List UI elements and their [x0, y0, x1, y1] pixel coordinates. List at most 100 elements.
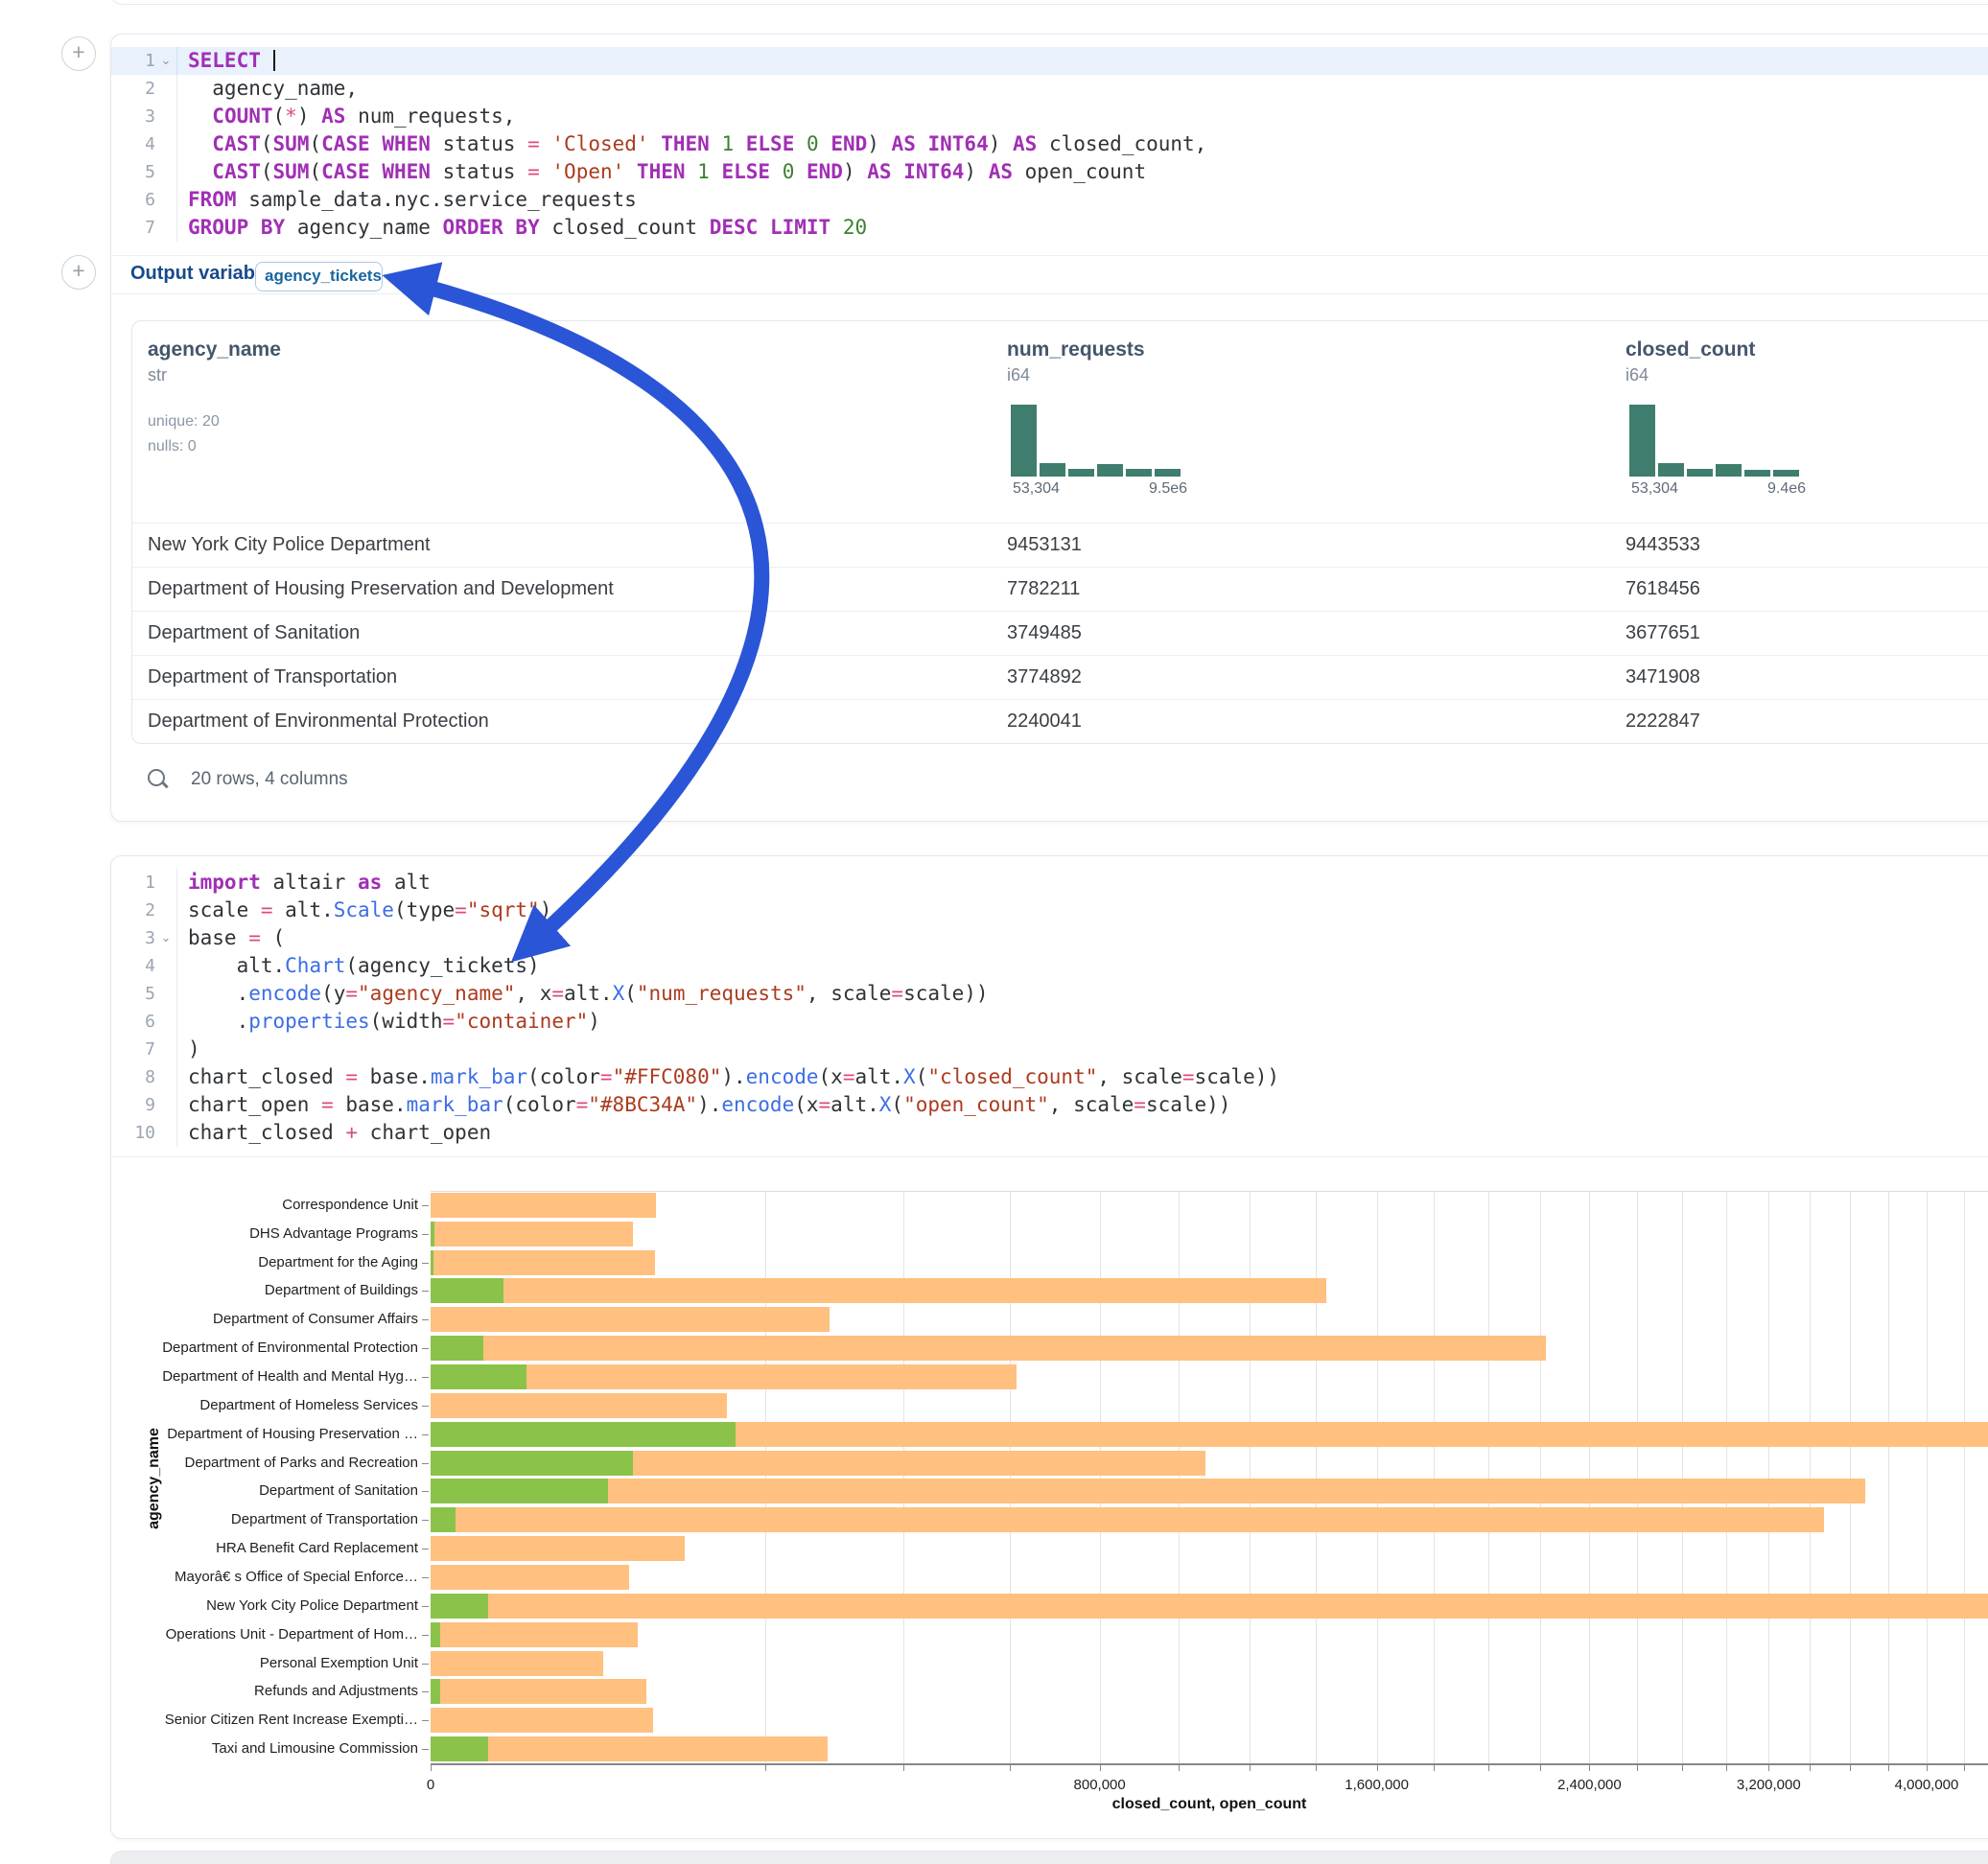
x-axis-tick	[765, 1765, 766, 1771]
token: 20	[843, 216, 867, 239]
y-category-label: HRA Benefit Card Replacement	[111, 1540, 418, 1557]
table-row[interactable]: Department of Transportation377489234719…	[132, 655, 1988, 699]
code-text[interactable]: FROM sample_data.nyc.service_requests	[176, 186, 1988, 214]
closed-count-bar	[431, 1250, 655, 1275]
closed-count-bar	[431, 1336, 1546, 1361]
grid-line	[1434, 1191, 1435, 1763]
x-axis-tick	[1377, 1765, 1378, 1771]
code-text[interactable]: CAST(SUM(CASE WHEN status = 'Open' THEN …	[176, 158, 1988, 186]
code-line[interactable]: 6FROM sample_data.nyc.service_requests	[111, 186, 1988, 214]
code-text[interactable]: CAST(SUM(CASE WHEN status = 'Closed' THE…	[176, 130, 1988, 158]
y-category-label: Operations Unit - Department of Hom…	[111, 1626, 418, 1643]
code-line[interactable]: 4 CAST(SUM(CASE WHEN status = 'Closed' T…	[111, 130, 1988, 158]
token	[188, 160, 212, 183]
column-header: agency_name	[148, 338, 281, 361]
token	[261, 49, 273, 72]
token	[794, 160, 807, 183]
token: LIMIT	[770, 216, 830, 239]
grid-line	[1637, 1191, 1638, 1763]
x-axis-line	[431, 1763, 1988, 1765]
x-axis-tick	[1726, 1765, 1727, 1771]
x-tick-label: 800,000	[1074, 1777, 1126, 1793]
search-icon[interactable]	[148, 769, 165, 786]
y-category-label: DHS Advantage Programs	[111, 1225, 418, 1243]
token	[624, 160, 637, 183]
token	[503, 216, 516, 239]
histogram-bar	[1126, 469, 1152, 477]
histogram-bar	[1068, 469, 1094, 477]
x-axis-tick	[1927, 1765, 1928, 1771]
y-category-label: Senior Citizen Rent Increase Exempti…	[111, 1712, 418, 1729]
grid-line	[1810, 1191, 1811, 1763]
table-cell: 2240041	[1007, 699, 1082, 743]
token: )	[867, 132, 891, 155]
token	[794, 132, 807, 155]
code-text[interactable]: SELECT	[176, 47, 1988, 75]
token: CAST	[212, 160, 261, 183]
add-cell-button-top[interactable]: +	[61, 36, 96, 71]
code-line[interactable]: 2 agency_name,	[111, 75, 1988, 103]
y-axis-tick	[422, 1577, 429, 1578]
token: FROM	[188, 188, 237, 211]
y-axis-tick	[422, 1234, 429, 1235]
code-text[interactable]: COUNT(*) AS num_requests,	[176, 103, 1988, 130]
x-tick-label: 1,600,000	[1345, 1777, 1409, 1793]
table-row[interactable]: Department of Sanitation37494853677651	[132, 611, 1988, 655]
x-axis-tick	[1810, 1765, 1811, 1771]
code-line[interactable]: 5 CAST(SUM(CASE WHEN status = 'Open' THE…	[111, 158, 1988, 186]
x-axis-tick	[1637, 1765, 1638, 1771]
token: WHEN	[382, 132, 431, 155]
x-axis-title: closed_count, open_count	[1112, 1796, 1307, 1813]
grid-line	[1726, 1191, 1727, 1763]
column-type: i64	[1625, 365, 1649, 385]
x-axis-tick	[1964, 1765, 1965, 1771]
table-row[interactable]: New York City Police Department945313194…	[132, 523, 1988, 567]
code-line[interactable]: 3 COUNT(*) AS num_requests,	[111, 103, 1988, 130]
y-category-label: Department of Housing Preservation …	[111, 1426, 418, 1443]
token	[188, 132, 212, 155]
code-line[interactable]: 1⌄SELECT	[111, 47, 1988, 75]
token: 'Open'	[551, 160, 624, 183]
y-axis-tick	[422, 1520, 429, 1521]
histogram-bar	[1629, 405, 1655, 477]
table-cell: 3471908	[1625, 655, 1700, 699]
token: closed_count,	[1037, 132, 1206, 155]
code-text[interactable]: agency_name,	[176, 75, 1988, 103]
token	[758, 216, 770, 239]
x-axis-tick	[1589, 1765, 1590, 1771]
code-line[interactable]: 7GROUP BY agency_name ORDER BY closed_co…	[111, 214, 1988, 242]
fold-chevron-icon[interactable]: ⌄	[155, 47, 176, 75]
token: status	[431, 160, 527, 183]
token: INT64	[903, 160, 964, 183]
token: DESC	[710, 216, 759, 239]
token: END	[830, 132, 867, 155]
table-row[interactable]: Department of Housing Preservation and D…	[132, 567, 1988, 611]
table-row[interactable]: Department of Environmental Protection22…	[132, 699, 1988, 743]
open-count-bar	[431, 1594, 488, 1619]
table-cell: New York City Police Department	[148, 523, 431, 567]
closed-count-bar	[431, 1622, 638, 1647]
token: CASE	[321, 132, 370, 155]
grid-line	[1316, 1191, 1317, 1763]
token: 1	[697, 160, 710, 183]
add-cell-button-middle[interactable]: +	[61, 255, 96, 290]
output-variable-input[interactable]: agency_tickets	[255, 262, 383, 291]
token: closed_count	[540, 216, 710, 239]
sql-code-editor[interactable]: 1⌄SELECT 2 agency_name,3 COUNT(*) AS num…	[111, 35, 1988, 242]
table-cell: 7782211	[1007, 567, 1080, 611]
open-count-bar	[431, 1422, 736, 1447]
y-axis-tick	[422, 1491, 429, 1492]
histogram-min-label: 53,304	[1631, 480, 1678, 498]
code-text[interactable]: GROUP BY agency_name ORDER BY closed_cou…	[176, 214, 1988, 242]
token: )	[843, 160, 867, 183]
line-number: 2	[111, 75, 155, 103]
line-number: 1	[111, 47, 155, 75]
x-axis-tick	[431, 1765, 432, 1771]
histogram-bar	[1155, 469, 1181, 477]
y-axis-tick	[422, 1463, 429, 1464]
grid-line	[1540, 1191, 1541, 1763]
column-stat: unique: 20	[148, 413, 220, 431]
token: SUM	[273, 160, 310, 183]
closed-count-bar	[431, 1222, 633, 1247]
token: )	[989, 132, 1013, 155]
